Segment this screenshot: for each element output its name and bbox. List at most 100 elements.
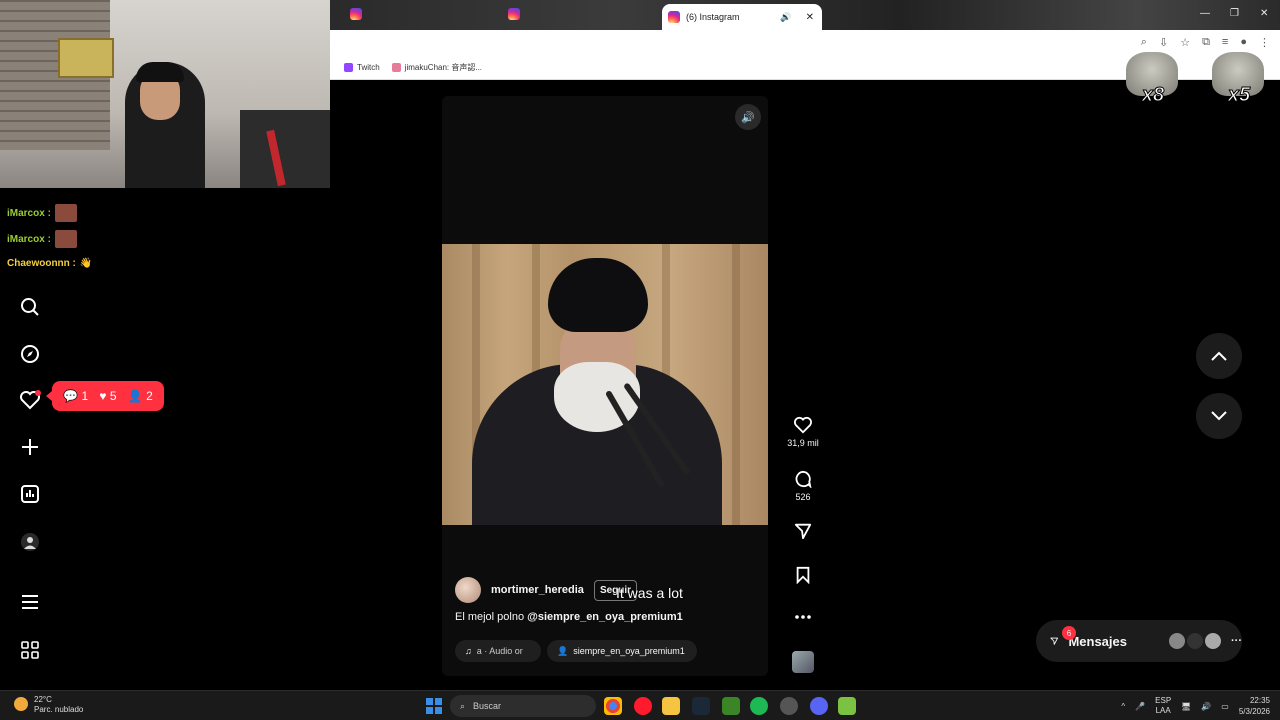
reel-video[interactable] <box>442 244 768 525</box>
network-icon[interactable]: 🖥 <box>1181 702 1191 711</box>
notification-popup[interactable]: 💬 1 ♥ 5 👤 2 <box>46 381 164 411</box>
mic-icon[interactable]: 🎤 <box>1135 702 1145 711</box>
file-explorer-icon[interactable] <box>662 697 680 715</box>
weather-widget[interactable]: 22°C Parc. nublado <box>14 695 83 715</box>
avatar <box>1169 633 1185 649</box>
profile-avatar-icon[interactable] <box>18 530 42 554</box>
next-reel-button[interactable] <box>1196 393 1242 439</box>
multiplier-overlay: x5 <box>1212 52 1266 122</box>
emote <box>54 204 77 222</box>
star-icon[interactable]: ☆ <box>1180 36 1190 49</box>
tagged-user-pill[interactable]: 👤 siempre_en_oya_premium1 <box>547 640 697 662</box>
instagram-tab-icon[interactable] <box>350 8 362 20</box>
message-avatars <box>1169 633 1221 649</box>
streamer-cap <box>136 62 184 82</box>
menu-icon[interactable]: ⋮ <box>1259 36 1270 49</box>
instagram-tab-icon[interactable] <box>508 8 520 20</box>
opera-icon[interactable] <box>634 697 652 715</box>
app-icon[interactable] <box>780 697 798 715</box>
weather-icon <box>14 697 28 711</box>
close-tab-icon[interactable]: ✕ <box>806 12 814 23</box>
zoom-icon[interactable]: ⌕ <box>1141 36 1147 49</box>
audio-thumbnail[interactable] <box>792 651 814 673</box>
caption-mention[interactable]: @siempre_en_oya_premium1 <box>527 611 683 623</box>
speaker-turban <box>548 258 648 332</box>
heart-notifications-icon[interactable] <box>18 388 42 412</box>
dashboard-icon[interactable] <box>18 482 42 506</box>
app-icon[interactable] <box>838 697 856 715</box>
explore-icon[interactable] <box>18 342 42 366</box>
windows-taskbar: 22°C Parc. nublado ⌕ Buscar ^ 🎤 ESP LAA … <box>0 690 1280 720</box>
audio-pill[interactable]: ♫ a · Audio or <box>455 640 541 662</box>
chat-message: iMarcox : <box>7 230 77 248</box>
wall-poster <box>58 38 114 78</box>
screen: — ❐ ✕ (6) Instagram 🔊 ✕ ⌕ ⇩ ☆ ⧉ ≡ ● ⋮ Tw… <box>0 0 1280 720</box>
share-button[interactable] <box>782 522 824 544</box>
emote <box>54 230 77 248</box>
search-icon[interactable] <box>18 295 42 319</box>
toolbar-icons: ⌕ ⇩ ☆ ⧉ ≡ ● ⋮ <box>1141 36 1270 49</box>
author-avatar[interactable] <box>455 577 481 603</box>
more-options-button[interactable] <box>782 608 824 630</box>
like-button[interactable]: 31,9 mil <box>782 416 824 448</box>
follow-count: 👤 2 <box>127 389 153 403</box>
extensions-icon[interactable]: ⧉ <box>1202 36 1210 49</box>
steam-icon[interactable] <box>692 697 710 715</box>
maximize-icon[interactable]: ❐ <box>1230 8 1239 19</box>
create-icon[interactable] <box>18 435 42 459</box>
battery-icon[interactable]: ▭ <box>1221 702 1229 711</box>
bookmark-twitch[interactable]: Twitch <box>344 63 380 72</box>
media-icon[interactable]: ≡ <box>1222 36 1228 49</box>
language-indicator[interactable]: ESP LAA <box>1155 696 1171 716</box>
comments-count: 526 <box>795 492 811 502</box>
active-tab[interactable]: (6) Instagram 🔊 ✕ <box>662 4 822 30</box>
likes-count: 31,9 mil <box>787 438 819 448</box>
comment-button[interactable]: 526 <box>782 470 824 502</box>
reel-author: mortimer_heredia Seguir <box>455 577 638 603</box>
volume-icon[interactable]: 🔊 <box>1201 702 1211 711</box>
minimize-icon[interactable]: — <box>1200 8 1210 19</box>
windows-start-icon[interactable] <box>426 698 442 714</box>
comment-count: 💬 1 <box>63 389 89 403</box>
discord-icon[interactable] <box>810 697 828 715</box>
avatar <box>1205 633 1221 649</box>
previous-reel-button[interactable] <box>1196 333 1242 379</box>
save-button[interactable] <box>782 566 824 588</box>
volume-icon[interactable]: 🔊 <box>735 104 761 130</box>
more-menu-icon[interactable] <box>18 590 42 614</box>
chrome-icon[interactable] <box>604 697 622 715</box>
multiplier-overlay: x8 <box>1126 52 1180 122</box>
taskbar-search[interactable]: ⌕ Buscar <box>450 695 596 717</box>
chat-message: Chaewoonnn : 👋 <box>7 258 93 269</box>
user-icon: 👤 <box>557 645 569 656</box>
stream-chat: iMarcox : iMarcox : Chaewoonnn : 👋 <box>0 188 222 276</box>
search-icon: ⌕ <box>460 700 466 711</box>
tab-title: (6) Instagram <box>686 12 740 22</box>
jimakuchan-icon <box>391 63 401 72</box>
install-icon[interactable]: ⇩ <box>1159 36 1168 49</box>
spotify-icon[interactable] <box>750 697 768 715</box>
streamer-webcam <box>0 0 330 188</box>
monitor <box>240 110 330 188</box>
reel-caption: El mejol polno @siempre_en_oya_premium1 <box>455 611 683 623</box>
like-count: ♥ 5 <box>99 389 117 403</box>
messages-badge: 6 <box>1062 626 1076 640</box>
avatar <box>1187 633 1203 649</box>
curtain-fold <box>732 244 740 525</box>
clock[interactable]: 22:35 5/3/2026 <box>1239 695 1270 717</box>
music-note-icon: ♫ <box>465 646 472 656</box>
send-icon <box>1050 637 1059 645</box>
chat-message: iMarcox : <box>7 204 77 222</box>
apps-icon[interactable] <box>18 638 42 662</box>
profile-icon[interactable]: ● <box>1240 36 1247 49</box>
chevron-up-icon[interactable]: ^ <box>1121 702 1125 711</box>
close-window-icon[interactable]: ✕ <box>1260 8 1268 19</box>
ellipsis-icon[interactable]: ··· <box>1231 635 1242 647</box>
minecraft-icon[interactable] <box>722 697 740 715</box>
hand-emoji-icon: 👋 <box>79 258 93 269</box>
author-username[interactable]: mortimer_heredia <box>491 584 584 596</box>
speaker-icon[interactable]: 🔊 <box>780 12 791 23</box>
video-subtitle: It was a lot <box>616 585 683 601</box>
instagram-tab-icon <box>668 11 680 23</box>
bookmark-jimakuchan[interactable]: jimakuChan: 音声認... <box>391 62 482 73</box>
